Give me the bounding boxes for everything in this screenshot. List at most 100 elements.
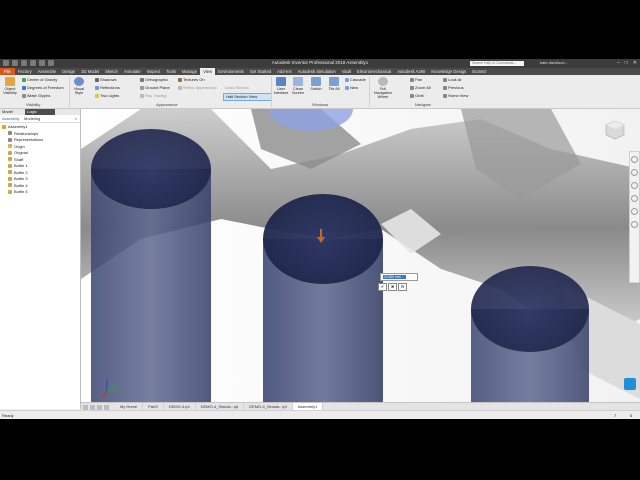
look-at-button[interactable]: Look At <box>443 77 461 82</box>
full-navigation-wheel-button[interactable]: Full Navigation Wheel <box>372 77 394 99</box>
folder-icon <box>8 144 12 149</box>
fit-icon[interactable] <box>631 221 638 228</box>
ribbon-tab-autodesk-a360[interactable]: Autodesk A360 <box>394 68 428 75</box>
ribbon-tab-manage[interactable]: Manage <box>179 68 200 75</box>
ribbon-tab-electromechanical[interactable]: Electromechanical <box>354 68 394 75</box>
orbit-button[interactable]: Orbit <box>410 93 424 98</box>
assembly-icon <box>2 124 6 129</box>
ribbon-tab-tools[interactable]: Tools <box>163 68 179 75</box>
ground-plane-button[interactable]: Ground Plane <box>140 85 170 90</box>
ribbon-tabs: File Factory Assemble Design 3D Model Sketch A… <box>0 68 640 75</box>
orthographic-button[interactable]: Orthographic <box>140 77 168 82</box>
lighting-button[interactable]: Two Lights <box>95 93 119 98</box>
ray-tracing-icon <box>140 93 144 98</box>
close-button[interactable]: ✕ <box>633 60 637 66</box>
ribbon-tab-annotate[interactable]: Annotate <box>121 68 144 75</box>
zoom-all-icon <box>410 85 414 90</box>
navigation-wheel-icon <box>378 77 388 86</box>
dof-icon <box>22 85 26 90</box>
tab-assembly[interactable]: Assembly <box>2 116 19 122</box>
home-view-button[interactable]: Home View <box>443 93 468 98</box>
lighting-icon <box>95 93 99 98</box>
ray-tracing-button[interactable]: Ray Tracing <box>140 93 166 98</box>
ribbon-tab-get-started[interactable]: Get Started <box>247 68 274 75</box>
cylinder-right[interactable] <box>471 266 589 402</box>
tree-item-label: Original <box>14 150 28 155</box>
file-tab[interactable]: File <box>0 68 15 75</box>
cylinder-left[interactable] <box>91 129 211 402</box>
title-bar: Autodesk Inventor Professional 2018 Asse… <box>0 59 640 68</box>
user-account[interactable]: kate.davidson... <box>540 60 568 65</box>
user-interface-icon <box>276 77 286 86</box>
ribbon-tab-3d-model[interactable]: 3D Model <box>78 68 102 75</box>
pan-icon[interactable] <box>631 169 638 176</box>
appearance-panel-label: Appearance <box>156 102 178 107</box>
orbit-icon[interactable] <box>631 195 638 202</box>
textures-button[interactable]: Textures On <box>178 77 205 82</box>
ribbon-tab-view[interactable]: View <box>200 68 216 75</box>
ribbon-tab-vault[interactable]: Vault <box>339 68 354 75</box>
cancel-button[interactable]: ✖ <box>388 283 397 291</box>
refine-appearance-button[interactable]: Refine Appearance <box>178 85 217 90</box>
tree-item[interactable]: Bottle 5 <box>2 189 80 196</box>
ribbon-tab-add-ins[interactable]: Add-Ins <box>274 68 294 75</box>
tab-next-icon[interactable] <box>90 404 95 410</box>
shadows-button[interactable]: Shadows <box>95 77 116 82</box>
visual-style-button[interactable]: Visual Style <box>71 77 87 95</box>
tree-item-label: Bottle 3 <box>14 176 28 181</box>
tab-list-icon[interactable] <box>97 404 102 410</box>
navigation-bar[interactable] <box>629 151 640 283</box>
options-button[interactable]: ⚙ <box>398 283 407 291</box>
switch-icon <box>311 77 321 86</box>
clean-screen-icon <box>293 77 303 86</box>
new-window-button[interactable]: New <box>345 85 358 90</box>
help-search-input[interactable]: Search Help & Commands... <box>470 60 524 66</box>
user-interface-button[interactable]: User Interface <box>273 77 289 95</box>
pan-button[interactable]: Pan <box>410 77 422 82</box>
clean-screen-button[interactable]: Clean Screen <box>290 77 306 95</box>
browser-title: Model <box>2 109 13 114</box>
ribbon-tab-autodesk-simulation[interactable]: Autodesk Simulation <box>295 68 339 75</box>
ribbon-tab-knowledge-design[interactable]: Knowledge Design <box>428 68 469 75</box>
ribbon-tab-sketch[interactable]: Sketch <box>102 68 121 75</box>
object-visibility-button[interactable]: Object Visibility <box>2 77 18 95</box>
mini-toolbar-distance[interactable]: 12.000 mm <box>380 273 418 281</box>
view-cube[interactable] <box>605 120 625 140</box>
autodesk-app-icon[interactable] <box>624 378 636 390</box>
previous-view-button[interactable]: Previous <box>443 85 464 90</box>
cylinder-center[interactable] <box>263 194 383 402</box>
ribbon-tab-inspect[interactable]: Inspect <box>144 68 164 75</box>
ribbon-tab-environments[interactable]: Environments <box>215 68 247 75</box>
center-of-gravity-button[interactable]: Center of Gravity <box>22 77 57 82</box>
nav-wheel-icon[interactable] <box>631 156 638 163</box>
tab-tile-icon[interactable] <box>104 404 109 410</box>
imate-glyphs-button[interactable]: iMate Glyphs <box>22 93 50 98</box>
tree-item-label: Shaft <box>14 156 24 162</box>
maximize-button[interactable]: □ <box>625 60 628 66</box>
ribbon-tab-assemble[interactable]: Assemble <box>35 68 59 75</box>
tile-all-button[interactable]: Tile All <box>326 77 342 91</box>
graphics-window[interactable]: 12.000 mm ✔ ✖ ⚙ <box>81 109 640 402</box>
status-count-2: 5 <box>630 413 633 418</box>
tab-modeling[interactable]: Modeling <box>24 116 40 122</box>
cascade-button[interactable]: Cascade <box>345 77 366 82</box>
switch-button[interactable]: Switch <box>308 77 324 91</box>
zoom-all-button[interactable]: Zoom All <box>410 85 431 90</box>
tab-prev-icon[interactable] <box>83 404 88 410</box>
apply-button[interactable]: ✔ <box>378 283 387 291</box>
distance-input[interactable]: 12.000 mm <box>383 274 406 279</box>
degrees-of-freedom-button[interactable]: Degrees of Freedom <box>22 85 64 90</box>
minimize-button[interactable]: – <box>617 60 620 66</box>
browser-search-icon[interactable]: ⌕ <box>75 116 77 122</box>
part-icon <box>8 176 12 181</box>
ribbon-tab-ecotect[interactable]: Ecotect <box>469 68 489 75</box>
model-view-canvas[interactable] <box>81 109 640 402</box>
ribbon-tab-factory[interactable]: Factory <box>15 68 35 75</box>
undo-section-button[interactable]: Undo Section <box>225 85 249 90</box>
reflections-button[interactable]: Reflections <box>95 85 120 90</box>
ribbon-tab-design[interactable]: Design <box>59 68 78 75</box>
zoom-icon[interactable] <box>631 182 638 189</box>
doc-tab-nav[interactable] <box>83 404 109 410</box>
browser-logo-tab[interactable]: Logic <box>25 109 55 115</box>
look-at-icon[interactable] <box>631 208 638 215</box>
